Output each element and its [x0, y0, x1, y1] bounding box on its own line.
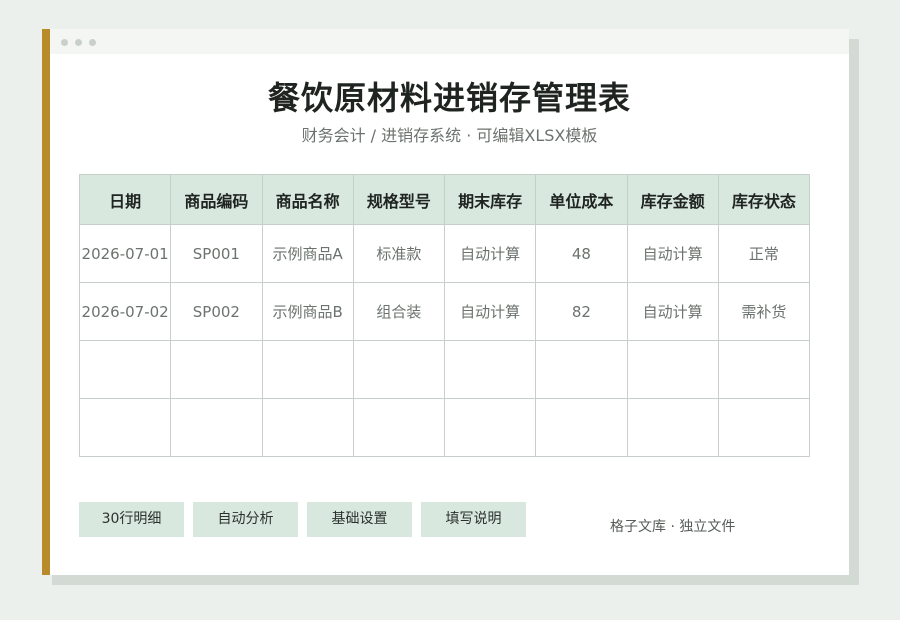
table-cell[interactable]: 自动计算: [443, 224, 537, 283]
column-header-stock-amount: 库存金额: [626, 174, 719, 225]
column-header-item-code: 商品编码: [170, 174, 263, 225]
window-dot-icon: [89, 39, 96, 46]
tag-fill-instructions: 填写说明: [421, 502, 526, 537]
page-subtitle: 财务会计 / 进销存系统 · 可编辑XLSX模板: [301, 126, 598, 145]
table-cell[interactable]: [535, 398, 628, 457]
table-cell[interactable]: [78, 398, 172, 457]
table-cell[interactable]: [352, 398, 446, 457]
table-row: [78, 398, 811, 457]
table-cell[interactable]: 需补货: [717, 282, 811, 341]
table-cell[interactable]: [717, 340, 811, 399]
table-cell[interactable]: SP001: [170, 224, 263, 283]
table-cell[interactable]: 自动计算: [626, 224, 719, 283]
table-cell[interactable]: [717, 398, 811, 457]
column-header-ending-stock: 期末库存: [443, 174, 537, 225]
table-cell[interactable]: 自动计算: [443, 282, 537, 341]
table-cell[interactable]: 示例商品B: [261, 282, 354, 341]
table-cell[interactable]: [626, 340, 719, 399]
table-cell[interactable]: 82: [535, 282, 628, 341]
table-cell[interactable]: 48: [535, 224, 628, 283]
tag-detail-rows: 30行明细: [79, 502, 184, 537]
table-cell[interactable]: [78, 340, 172, 399]
table-cell[interactable]: [535, 340, 628, 399]
column-header-item-name: 商品名称: [261, 174, 354, 225]
table-cell[interactable]: [626, 398, 719, 457]
tag-auto-analysis: 自动分析: [193, 502, 298, 537]
table-header-row: 日期 商品编码 商品名称 规格型号 期末库存 单位成本 库存金额 库存状态: [78, 174, 811, 225]
table-cell[interactable]: [261, 340, 354, 399]
table-cell[interactable]: 标准款: [352, 224, 446, 283]
table-cell[interactable]: [170, 340, 263, 399]
window-dot-icon: [75, 39, 82, 46]
column-header-spec: 规格型号: [352, 174, 446, 225]
column-header-unit-cost: 单位成本: [535, 174, 628, 225]
table-row: 2026-07-01 SP001 示例商品A 标准款 自动计算 48 自动计算 …: [78, 224, 811, 283]
table-cell[interactable]: 自动计算: [626, 282, 719, 341]
table-cell[interactable]: [443, 340, 537, 399]
table-row: [78, 340, 811, 399]
column-header-date: 日期: [78, 174, 172, 225]
table-cell[interactable]: [170, 398, 263, 457]
table-cell[interactable]: SP002: [170, 282, 263, 341]
table-cell[interactable]: 正常: [717, 224, 811, 283]
tag-basic-settings: 基础设置: [307, 502, 412, 537]
table-cell[interactable]: [443, 398, 537, 457]
accent-bar: [42, 29, 50, 575]
window-titlebar: [50, 29, 849, 54]
footer-note: 格子文库 · 独立文件: [610, 519, 736, 535]
page-title: 餐饮原材料进销存管理表: [267, 79, 631, 117]
table-cell[interactable]: [261, 398, 354, 457]
window-dot-icon: [61, 39, 68, 46]
table-cell[interactable]: [352, 340, 446, 399]
column-header-stock-status: 库存状态: [717, 174, 811, 225]
table-cell[interactable]: 组合装: [352, 282, 446, 341]
table-cell[interactable]: 示例商品A: [261, 224, 354, 283]
table-row: 2026-07-02 SP002 示例商品B 组合装 自动计算 82 自动计算 …: [78, 282, 811, 341]
inventory-table: 日期 商品编码 商品名称 规格型号 期末库存 单位成本 库存金额 库存状态 20…: [78, 174, 811, 457]
table-cell[interactable]: 2026-07-01: [78, 224, 172, 283]
document-card: 餐饮原材料进销存管理表 财务会计 / 进销存系统 · 可编辑XLSX模板 日期 …: [50, 29, 849, 575]
table-cell[interactable]: 2026-07-02: [78, 282, 172, 341]
